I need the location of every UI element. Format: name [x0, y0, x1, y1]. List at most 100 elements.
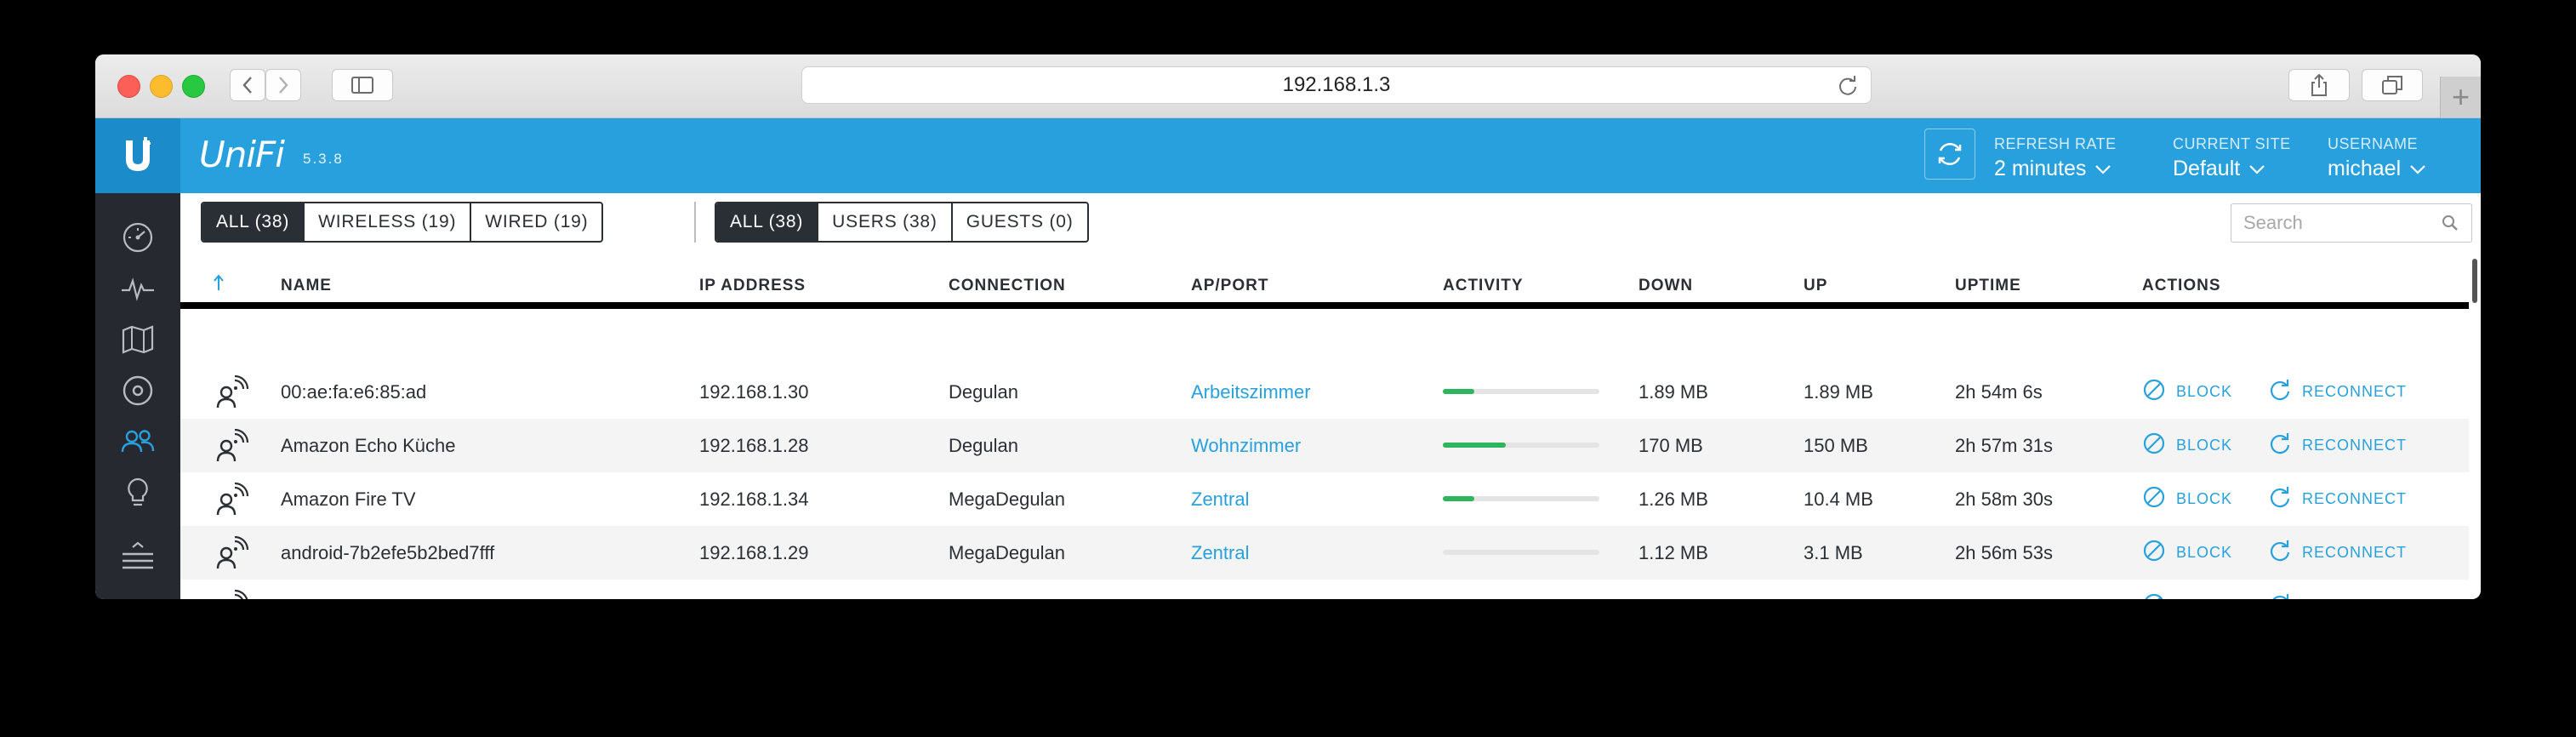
client-down: 1.12 MB: [1638, 541, 1708, 563]
show-tabs-button[interactable]: [2362, 69, 2423, 101]
sort-ascending-icon[interactable]: [213, 273, 225, 292]
client-name[interactable]: android-7b2efe5b2bed7fff: [281, 526, 494, 580]
table-row[interactable]: 00:ae:fa:e6:85:ad 192.168.1.30 Degulan Arbe…: [180, 365, 2469, 419]
filter-guests[interactable]: GUESTS (0): [950, 203, 1087, 241]
column-header-up[interactable]: UP: [1804, 277, 1827, 295]
block-button[interactable]: BLOCK: [2142, 419, 2232, 472]
client-ap-link[interactable]: Arbeitszimmer: [1191, 365, 1311, 419]
map-icon: [122, 325, 154, 354]
filter-divider: [694, 202, 696, 243]
app-logo-text: UniFi: [199, 134, 285, 175]
search-icon: [2442, 215, 2458, 231]
current-site-selector[interactable]: CURRENT SITE Default: [2173, 135, 2291, 181]
block-button[interactable]: BLOCK: [2142, 365, 2232, 419]
nav-menu[interactable]: [121, 540, 155, 574]
username-label: USERNAME: [2328, 135, 2419, 152]
client-up: 1.89 MB: [1804, 380, 1873, 403]
side-navigation: [95, 193, 180, 599]
reconnect-button[interactable]: RECONNECT: [2268, 526, 2407, 580]
current-site-label: CURRENT SITE: [2173, 135, 2291, 152]
table-row[interactable]: Amazon Fire TV 192.168.1.34 MegaDegulan Zen…: [180, 472, 2469, 526]
back-button[interactable]: [230, 69, 265, 101]
user-menu[interactable]: USERNAME michael: [2328, 135, 2426, 181]
reconnect-button[interactable]: RECONNECT: [2268, 365, 2407, 419]
sidebar-toggle-button[interactable]: [332, 69, 393, 101]
wireless-client-icon: [214, 374, 250, 417]
block-button[interactable]: BLOCK: [2142, 526, 2232, 580]
filter-wired[interactable]: WIRED (19): [470, 203, 601, 241]
refresh-rate-label: REFRESH RATE: [1994, 135, 2117, 152]
nav-statistics[interactable]: [121, 271, 155, 306]
tabs-icon: [2382, 76, 2402, 94]
table-row[interactable]: android-7b2efe5b2bed7fff 192.168.1.29 Mega…: [180, 526, 2469, 580]
client-name[interactable]: Amazon Echo Küche: [281, 419, 455, 472]
nav-insights[interactable]: [121, 476, 155, 510]
client-down: 1.26 MB: [1638, 488, 1708, 510]
username-value: michael: [2328, 157, 2402, 180]
new-tab-button[interactable]: +: [2440, 77, 2481, 117]
client-ip: 192.168.1.29: [699, 541, 809, 563]
reload-icon[interactable]: [1837, 75, 1859, 97]
reconnect-icon: [2268, 539, 2292, 567]
share-icon: [2311, 73, 2327, 96]
filter-all-users[interactable]: ALL (38): [716, 203, 818, 241]
zoom-window-button[interactable]: [182, 75, 205, 98]
column-header-uptime[interactable]: UPTIME: [1955, 277, 2021, 295]
nav-dashboard[interactable]: [121, 220, 155, 254]
activity-bar: [1443, 550, 1599, 555]
nav-clients[interactable]: [121, 425, 155, 459]
client-ip: 192.168.1.28: [699, 434, 809, 456]
refresh-button[interactable]: [1924, 129, 1975, 180]
reconnect-button[interactable]: RECONNECT: [2268, 580, 2407, 599]
reconnect-label: RECONNECT: [2302, 437, 2408, 454]
menu-icon: [123, 541, 153, 569]
client-ap-link[interactable]: Zentral: [1191, 526, 1249, 580]
client-name[interactable]: BRW008092AD0922: [281, 580, 454, 600]
column-header-ap-port[interactable]: AP/PORT: [1191, 277, 1268, 295]
filter-all-types[interactable]: ALL (38): [202, 203, 304, 241]
address-bar[interactable]: 192.168.1.3: [801, 66, 1872, 104]
reconnect-button[interactable]: RECONNECT: [2268, 472, 2407, 526]
wireless-client-icon: [214, 535, 250, 578]
ubiquiti-logo[interactable]: [95, 118, 180, 193]
table-scrollbar[interactable]: [2472, 259, 2477, 303]
client-connection: Degulan: [949, 380, 1018, 403]
client-name[interactable]: 00:ae:fa:e6:85:ad: [281, 365, 426, 419]
reconnect-button[interactable]: RECONNECT: [2268, 419, 2407, 472]
browser-window: 192.168.1.3 + UniFi 5.3.8 REFRESH RATE 2…: [95, 54, 2481, 599]
filter-users[interactable]: USERS (38): [817, 203, 951, 241]
client-ap-link[interactable]: Zentral: [1191, 472, 1249, 526]
close-window-button[interactable]: [117, 75, 140, 98]
insights-icon: [128, 477, 148, 506]
column-header-activity[interactable]: ACTIVITY: [1443, 277, 1524, 295]
block-button[interactable]: BLOCK: [2142, 580, 2232, 599]
client-name[interactable]: Amazon Fire TV: [281, 472, 416, 526]
activity-bar: [1443, 496, 1599, 501]
chevron-down-icon: [2249, 164, 2265, 174]
refresh-rate-selector[interactable]: REFRESH RATE 2 minutes: [1994, 135, 2117, 181]
chevron-right-icon: [279, 77, 288, 94]
forward-button[interactable]: [265, 69, 301, 101]
ubiquiti-u-icon: [126, 137, 151, 171]
nav-devices[interactable]: [121, 374, 155, 408]
column-header-name[interactable]: NAME: [281, 277, 332, 295]
minimize-window-button[interactable]: [150, 75, 173, 98]
reconnect-label: RECONNECT: [2302, 544, 2408, 561]
table-row[interactable]: Amazon Echo Küche 192.168.1.28 Degulan Wohn…: [180, 419, 2469, 472]
client-ap-link[interactable]: Arbeitszimmer: [1191, 580, 1311, 600]
block-button[interactable]: BLOCK: [2142, 472, 2232, 526]
wireless-client-icon: [214, 589, 250, 599]
filter-wireless[interactable]: WIRELESS (19): [303, 203, 470, 241]
nav-map[interactable]: [121, 323, 155, 357]
reconnect-label: RECONNECT: [2302, 597, 2407, 599]
column-header-down[interactable]: DOWN: [1638, 277, 1693, 295]
client-ap-link[interactable]: Wohnzimmer: [1191, 419, 1301, 472]
share-button[interactable]: [2288, 69, 2350, 101]
table-row[interactable]: BRW008092AD0922 192.168.1.31 Degulan Arbeit…: [180, 580, 2469, 599]
column-header-connection[interactable]: CONNECTION: [949, 277, 1066, 295]
activity-bar-fill: [1443, 443, 1506, 448]
search-input[interactable]: Search: [2231, 203, 2472, 243]
column-header-ip[interactable]: IP ADDRESS: [699, 277, 806, 295]
chevron-left-icon: [242, 77, 252, 94]
chevron-down-icon: [2095, 164, 2112, 174]
